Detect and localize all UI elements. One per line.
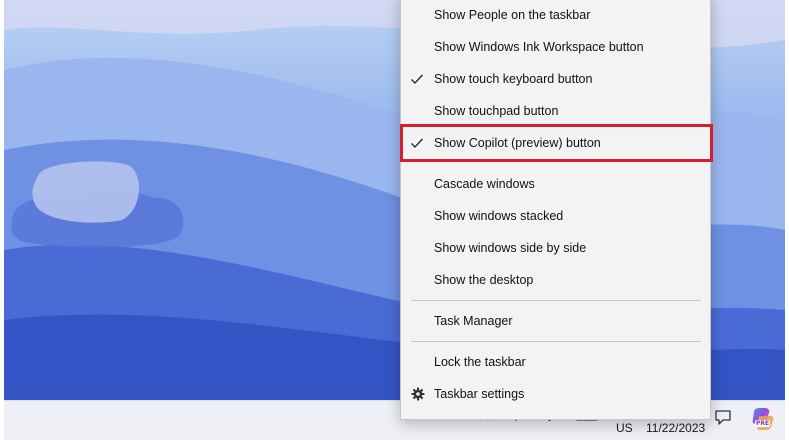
- menu-item-label: Show Copilot (preview) button: [434, 136, 601, 150]
- menu-item-windows-stacked[interactable]: Show windows stacked: [401, 200, 710, 232]
- menu-item-show-desktop[interactable]: Show the desktop: [401, 264, 710, 296]
- menu-item-show-people[interactable]: Show People on the taskbar: [401, 0, 710, 31]
- menu-item-label: Show the desktop: [434, 273, 534, 287]
- menu-item-label: Show windows stacked: [434, 209, 564, 223]
- menu-item-windows-side-by-side[interactable]: Show windows side by side: [401, 232, 710, 264]
- menu-item-label: Lock the taskbar: [434, 355, 526, 369]
- menu-item-task-manager[interactable]: Task Manager: [401, 305, 710, 337]
- menu-item-label: Show People on the taskbar: [434, 8, 591, 22]
- clock-date[interactable]: 11/22/2023: [646, 421, 705, 435]
- menu-item-label: Show touch keyboard button: [434, 72, 593, 86]
- menu-item-show-touch-keyboard[interactable]: Show touch keyboard button: [401, 63, 710, 95]
- notification-icon[interactable]: [714, 408, 732, 426]
- menu-item-label: Taskbar settings: [434, 387, 525, 401]
- preview-badge: PRE: [755, 420, 771, 427]
- screen: US 11/22/2023 PRE Show People on the tas…: [0, 0, 789, 440]
- menu-item-show-copilot[interactable]: Show Copilot (preview) button: [401, 127, 710, 159]
- copilot-icon[interactable]: PRE: [749, 406, 775, 432]
- menu-item-label: Show windows side by side: [434, 241, 587, 255]
- menu-separator: [411, 300, 701, 301]
- gear-icon: [411, 387, 425, 401]
- checkmark-icon: [411, 74, 423, 84]
- checkmark-icon: [411, 138, 423, 148]
- menu-item-label: Show Windows Ink Workspace button: [434, 40, 644, 54]
- menu-item-lock-taskbar[interactable]: Lock the taskbar: [401, 346, 710, 378]
- menu-item-cascade-windows[interactable]: Cascade windows: [401, 168, 710, 200]
- menu-separator: [411, 341, 701, 342]
- copilot-logo: [752, 408, 774, 430]
- language-indicator[interactable]: US: [616, 421, 633, 435]
- taskbar-context-menu: Show People on the taskbar Show Windows …: [400, 0, 711, 420]
- menu-item-show-ink-workspace[interactable]: Show Windows Ink Workspace button: [401, 31, 710, 63]
- menu-item-label: Task Manager: [434, 314, 513, 328]
- menu-item-taskbar-settings[interactable]: Taskbar settings: [401, 378, 710, 410]
- menu-item-label: Cascade windows: [434, 177, 535, 191]
- menu-item-label: Show touchpad button: [434, 104, 559, 118]
- menu-item-show-touchpad[interactable]: Show touchpad button: [401, 95, 710, 127]
